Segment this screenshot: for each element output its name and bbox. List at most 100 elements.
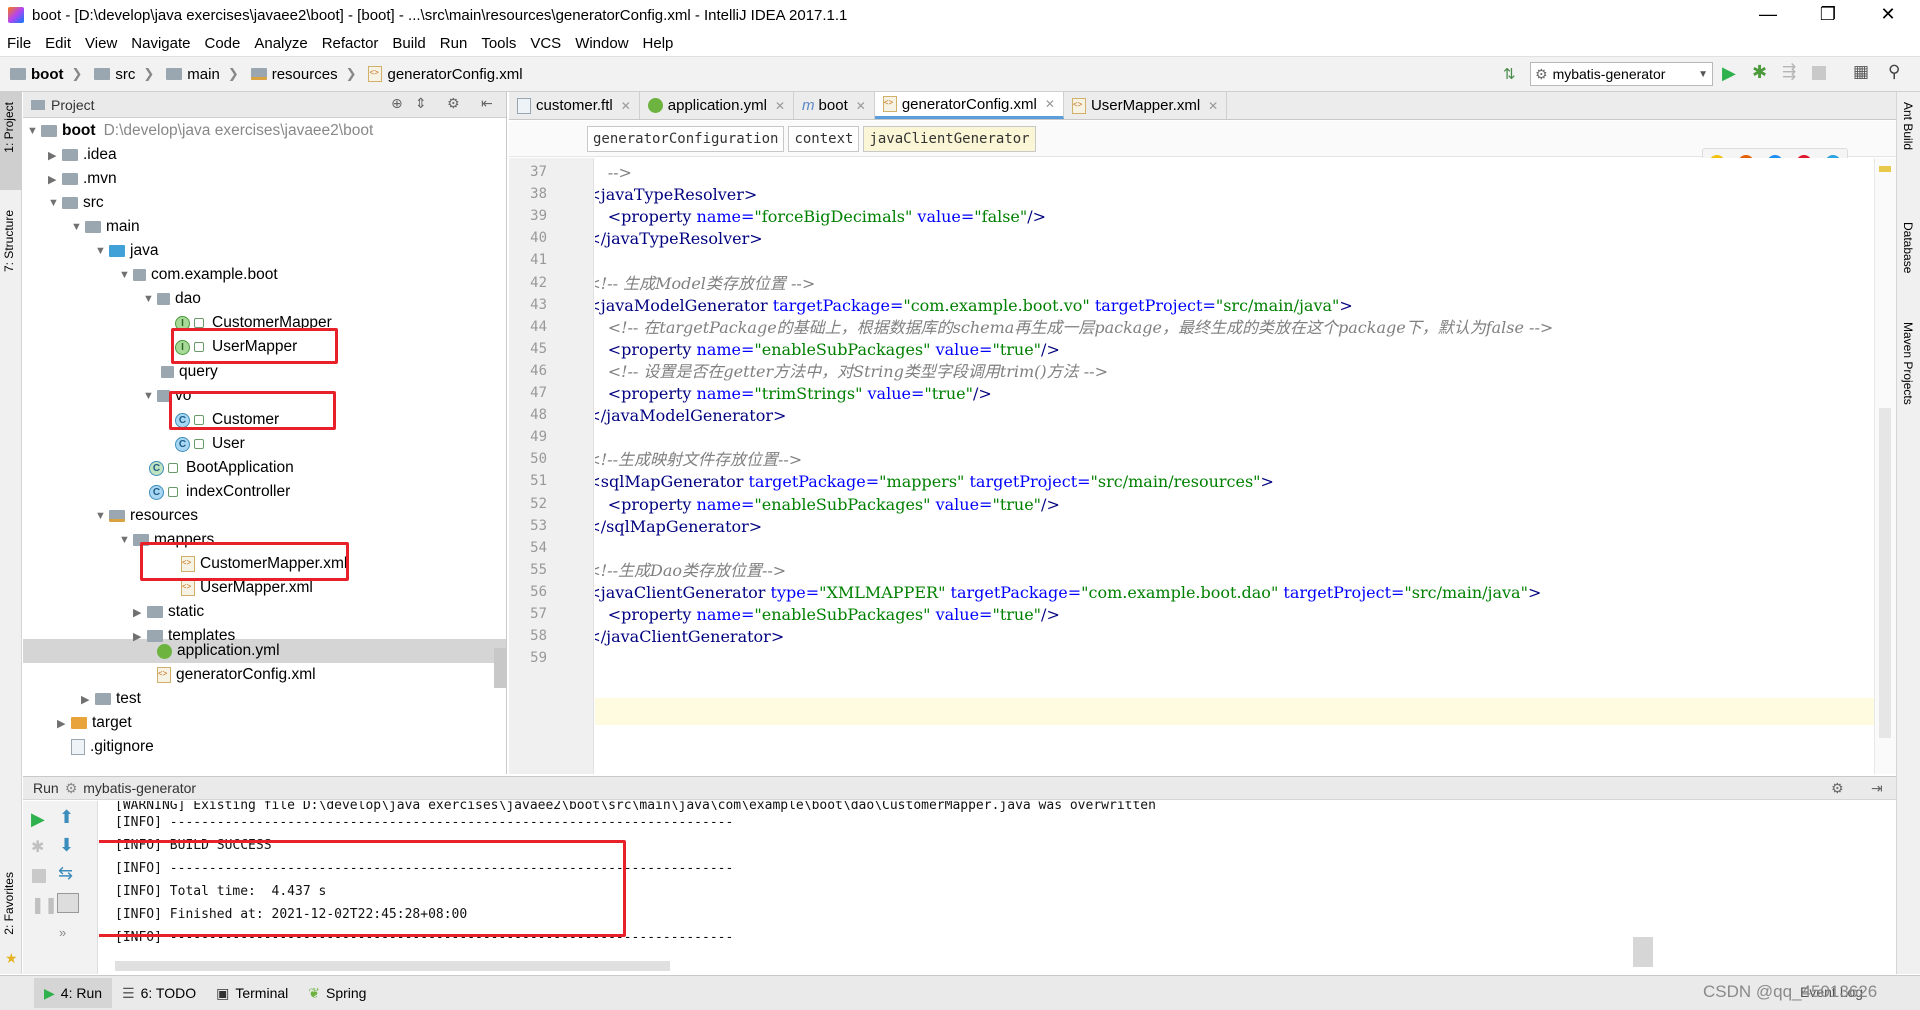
tree-item-static[interactable]: ▶ static <box>133 600 204 624</box>
scroll-to-end-icon[interactable] <box>57 893 79 913</box>
xml-crumb-javaclientgenerator[interactable]: javaClientGenerator <box>863 125 1036 152</box>
more-icon[interactable]: » <box>59 925 66 940</box>
spring-boot-class-icon: C <box>149 460 164 476</box>
close-button[interactable]: ✕ <box>1860 0 1916 30</box>
tree-item-main[interactable]: ▼ main <box>71 215 140 239</box>
debug-icon[interactable]: ✱ <box>31 837 44 857</box>
tab-ant-build[interactable]: Ant Build <box>1901 102 1915 150</box>
tab-customer-ftl[interactable]: customer.ftl ✕ <box>509 92 640 119</box>
tab-spring[interactable]: ❦ Spring <box>298 978 376 1008</box>
tree-item-user[interactable]: C User <box>175 432 245 456</box>
tab-boot[interactable]: m boot ✕ <box>794 92 875 119</box>
sort-arrows-icon[interactable]: ⇅ <box>1503 65 1516 83</box>
tab-application-yml[interactable]: application.yml ✕ <box>640 92 795 119</box>
menu-tools[interactable]: Tools <box>474 35 523 52</box>
collapse-icon[interactable]: ⇕ <box>415 95 427 112</box>
tree-item-package[interactable]: ▼ com.example.boot <box>119 263 278 287</box>
crumb-main[interactable]: main ❯ <box>162 66 246 83</box>
menu-analyze[interactable]: Analyze <box>247 35 314 52</box>
hide-icon[interactable]: ⇤ <box>481 95 493 112</box>
scroll-thumb[interactable] <box>1879 408 1891 738</box>
maximize-button[interactable]: ❐ <box>1800 0 1856 30</box>
tree-item-gitignore[interactable]: .gitignore <box>71 735 154 759</box>
menu-view[interactable]: View <box>78 35 124 52</box>
close-icon[interactable]: ✕ <box>775 99 785 113</box>
line-number: 56 <box>530 583 547 600</box>
code-editor[interactable]: --> <javaTypeResolver> <property name="f… <box>595 158 1874 774</box>
menu-help[interactable]: Help <box>636 35 681 52</box>
tree-item-indexcontroller[interactable]: CindexController <box>149 480 290 504</box>
close-icon[interactable]: ✕ <box>1208 99 1218 113</box>
tree-item-test[interactable]: ▶ test <box>81 687 141 711</box>
run-config-select[interactable]: ⚙ mybatis-generator ▼ <box>1530 62 1713 86</box>
tree-item-src[interactable]: ▼ src <box>48 191 104 215</box>
tab-usermapper-xml[interactable]: UserMapper.xml✕ <box>1064 92 1228 119</box>
close-icon[interactable]: ✕ <box>856 99 866 113</box>
close-icon[interactable]: ✕ <box>621 99 631 113</box>
search-icon[interactable]: ⚲ <box>1888 62 1900 82</box>
menu-file[interactable]: File <box>0 35 38 52</box>
tab-terminal[interactable]: ▣ Terminal <box>206 978 298 1008</box>
menu-code[interactable]: Code <box>197 35 247 52</box>
access-icon <box>168 487 178 497</box>
locate-icon[interactable]: ⊕ <box>391 95 403 112</box>
tab-structure[interactable]: 7: Structure <box>2 210 16 272</box>
console-scroll-thumb[interactable] <box>1633 937 1653 967</box>
menu-build[interactable]: Build <box>385 35 432 52</box>
tab-favorites[interactable]: 2: Favorites <box>2 872 16 935</box>
tree-item-idea[interactable]: ▶ .idea <box>48 143 117 167</box>
settings-icon[interactable]: ⚙ <box>1831 780 1844 797</box>
tree-item-application-yml[interactable]: application.yml <box>157 639 280 663</box>
tree-item-resources[interactable]: ▼ resources <box>95 504 198 528</box>
code-line: </javaClientGenerator> <box>595 623 784 650</box>
tree-item-bootapplication[interactable]: C BootApplication <box>149 456 294 480</box>
xml-crumb-generatorconfiguration[interactable]: generatorConfiguration <box>587 125 785 152</box>
menu-window[interactable]: Window <box>568 35 635 52</box>
tree-item-generatorconfig-xml[interactable]: generatorConfig.xml <box>157 663 316 687</box>
crumb-src[interactable]: src ❯ <box>90 66 162 83</box>
editor-scrollbar[interactable] <box>1874 158 1896 774</box>
crumb-resources[interactable]: resources ❯ <box>247 66 365 83</box>
tab-generatorconfig-xml[interactable]: generatorConfig.xml✕ <box>874 92 1064 119</box>
tab-run[interactable]: ▶ 4: Run <box>34 978 113 1008</box>
up-arrow-icon[interactable]: ⬆ <box>59 807 74 828</box>
folder-icon <box>41 125 57 137</box>
code-token: <javaModelGenerator <box>595 295 768 315</box>
crumb-boot[interactable]: boot ❯ <box>0 66 90 83</box>
tab-project[interactable]: 1: Project <box>2 102 16 153</box>
console-hscroll-thumb[interactable] <box>115 961 670 971</box>
project-structure-icon[interactable]: ▦ <box>1853 62 1869 82</box>
run-config-tab[interactable]: mybatis-generator <box>83 780 196 796</box>
gear-icon[interactable]: ⚙ <box>447 95 460 112</box>
tree-item-target[interactable]: ▶ target <box>57 711 132 735</box>
soft-wrap-icon[interactable]: ⇆ <box>58 863 73 884</box>
run-icon[interactable]: ▶ <box>1722 63 1736 84</box>
down-arrow-icon[interactable]: ⬇ <box>59 835 74 856</box>
tree-item-mvn[interactable]: ▶ .mvn <box>48 167 117 191</box>
tab-todo[interactable]: ☰ 6: TODO <box>112 978 206 1008</box>
stop-icon[interactable] <box>1812 66 1826 80</box>
tab-maven-projects[interactable]: Maven Projects <box>1901 322 1915 405</box>
stop-icon[interactable] <box>32 869 46 883</box>
menu-edit[interactable]: Edit <box>38 35 78 52</box>
run-console[interactable]: [WARNING] Existing file D:\develop\java … <box>99 801 1874 974</box>
menu-run[interactable]: Run <box>433 35 475 52</box>
pause-icon[interactable]: ❚❚ <box>31 895 58 915</box>
menu-vcs[interactable]: VCS <box>523 35 568 52</box>
hide-panel-icon[interactable]: ⇥ <box>1871 780 1883 797</box>
menu-refactor[interactable]: Refactor <box>315 35 386 52</box>
close-icon[interactable]: ✕ <box>1045 97 1055 111</box>
minimize-button[interactable]: — <box>1740 0 1796 30</box>
tree-scrollbar[interactable] <box>494 648 506 688</box>
tab-database[interactable]: Database <box>1901 222 1915 273</box>
menu-navigate[interactable]: Navigate <box>124 35 197 52</box>
rerun-icon[interactable]: ▶ <box>31 809 45 830</box>
xml-crumb-context[interactable]: context <box>788 125 860 152</box>
tree-item-boot[interactable]: ▼ boot D:\develop\java exercises\javaee2\b… <box>27 119 373 143</box>
debug-icon[interactable]: ✱ <box>1752 62 1767 83</box>
crumb-file[interactable]: generatorConfig.xml <box>364 66 526 83</box>
tree-item-java[interactable]: ▼ java <box>95 239 158 263</box>
tree-item-dao[interactable]: ▼ dao <box>143 287 201 311</box>
coverage-icon[interactable]: ⇶ <box>1782 62 1796 82</box>
code-token: </sqlMapGenerator> <box>595 516 763 536</box>
